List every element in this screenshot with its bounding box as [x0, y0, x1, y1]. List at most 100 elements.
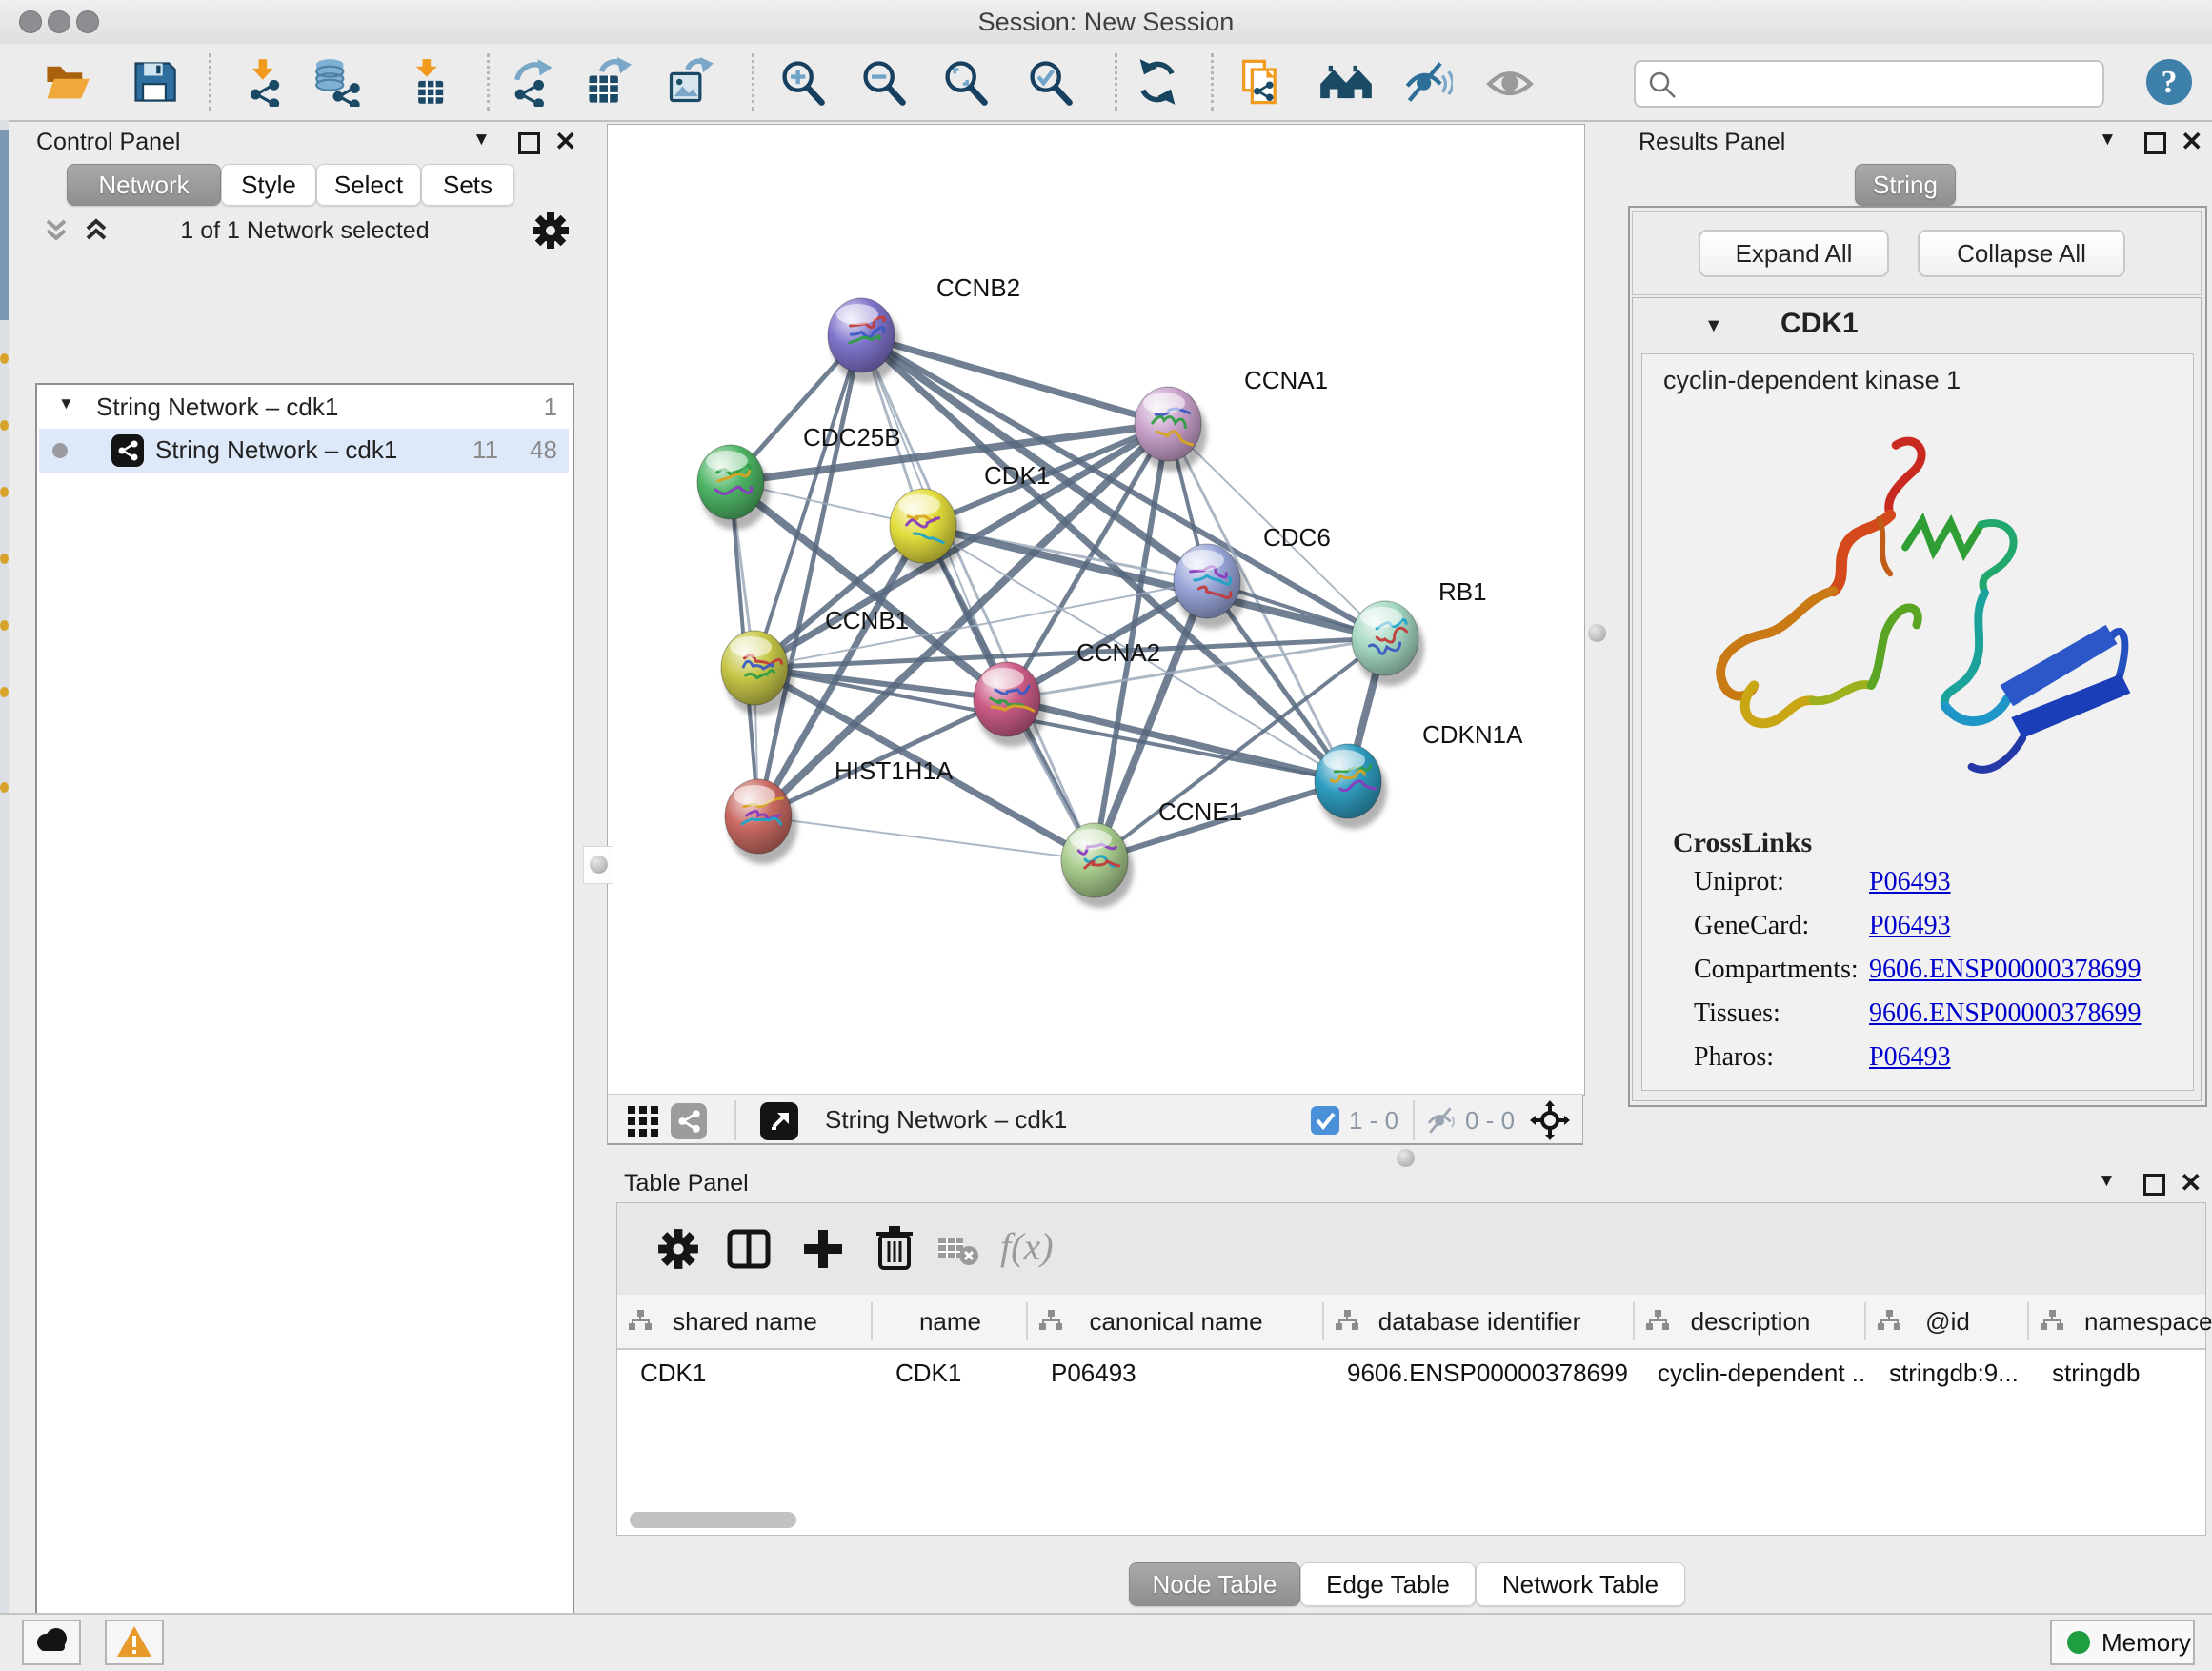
column-header-4[interactable]: description: [1635, 1295, 1866, 1348]
tab-style[interactable]: Style: [221, 164, 316, 206]
collapse-panel-icon[interactable]: ▼: [2099, 130, 2117, 151]
show-all-eye-icon[interactable]: [1485, 57, 1535, 107]
expand-all-button[interactable]: Expand All: [1699, 230, 1889, 277]
search-input[interactable]: [1685, 64, 2089, 102]
minimize-window-icon[interactable]: [48, 10, 70, 33]
hidden-eye-icon[interactable]: [1425, 1104, 1459, 1137]
grid-view-icon[interactable]: [627, 1105, 659, 1137]
column-header-2[interactable]: canonical name: [1028, 1295, 1324, 1348]
collapse-all-button[interactable]: Collapse All: [1918, 230, 2125, 277]
cloud-status-icon: [32, 1627, 70, 1654]
hide-selected-eye-icon[interactable]: [1403, 57, 1453, 107]
panel-divider-handle[interactable]: [1588, 624, 1606, 642]
help-icon[interactable]: ?: [2144, 57, 2194, 107]
crosslink-compartments-link[interactable]: 9606.ENSP00000378699: [1869, 955, 2141, 985]
table-cell[interactable]: stringdb: [2029, 1348, 2212, 1398]
add-column-icon[interactable]: [800, 1226, 846, 1272]
column-header-3[interactable]: database identifier: [1324, 1295, 1635, 1348]
warning-button[interactable]: [105, 1620, 164, 1665]
network-row[interactable]: String Network – cdk1 11 48: [39, 429, 569, 473]
crosslink-uniprot-link[interactable]: P06493: [1869, 867, 1951, 897]
export-table-icon[interactable]: [583, 57, 633, 107]
crosslink-tissues-link[interactable]: 9606.ENSP00000378699: [1869, 998, 2141, 1029]
column-header-0[interactable]: shared name: [617, 1295, 873, 1348]
zoom-fit-icon[interactable]: [940, 57, 990, 107]
table-cell[interactable]: CDK1: [873, 1348, 1028, 1398]
table-cell[interactable]: P06493: [1028, 1348, 1324, 1398]
table-cell[interactable]: cyclin-dependent ...: [1635, 1348, 1866, 1398]
crosslink-pharos-link[interactable]: P06493: [1869, 1042, 1951, 1073]
panel-divider-handle[interactable]: [583, 846, 613, 884]
network-node-CCNE1[interactable]: CCNE1: [1061, 797, 1242, 908]
import-table-file-icon[interactable]: [404, 57, 453, 107]
open-session-icon[interactable]: [42, 57, 91, 107]
close-panel-icon[interactable]: ✕: [2180, 1167, 2202, 1198]
collapse-panel-icon[interactable]: ▼: [473, 130, 491, 151]
share-network-icon[interactable]: [671, 1103, 707, 1139]
function-builder-icon[interactable]: f(x): [1000, 1224, 1054, 1269]
tab-network[interactable]: Network: [67, 164, 221, 206]
float-panel-icon[interactable]: [2143, 1174, 2165, 1196]
close-window-icon[interactable]: [19, 10, 42, 33]
float-panel-icon[interactable]: [2144, 132, 2166, 154]
gene-expander-icon[interactable]: ▼: [1704, 315, 1723, 337]
maximize-window-icon[interactable]: [76, 10, 99, 33]
control-panel-title: Control Panel: [36, 129, 180, 156]
import-network-database-icon[interactable]: [314, 57, 364, 107]
selected-checkbox-icon[interactable]: [1311, 1106, 1339, 1135]
collection-name: String Network – cdk1: [96, 393, 338, 422]
tab-network-table[interactable]: Network Table: [1476, 1562, 1685, 1606]
panel-divider-handle[interactable]: [1397, 1149, 1415, 1167]
detach-view-icon[interactable]: [760, 1102, 798, 1140]
table-panel-header: Table Panel ▼ ✕: [616, 1168, 2212, 1202]
tab-node-table[interactable]: Node Table: [1129, 1562, 1300, 1606]
close-panel-icon[interactable]: ✕: [2181, 126, 2202, 157]
collapse-all-networks-icon[interactable]: [82, 215, 111, 246]
zoom-in-icon[interactable]: [777, 57, 827, 107]
column-header-5[interactable]: @id: [1866, 1295, 2029, 1348]
cloud-status-button[interactable]: [22, 1620, 81, 1665]
collapse-panel-icon[interactable]: ▼: [2098, 1171, 2116, 1192]
zoom-selected-icon[interactable]: [1025, 57, 1075, 107]
collection-row[interactable]: ▼ String Network – cdk1 1: [37, 387, 569, 429]
column-header-6[interactable]: namespace: [2029, 1295, 2212, 1348]
import-network-file-icon[interactable]: [240, 57, 290, 107]
network-node-CDKN1A[interactable]: CDKN1A: [1315, 720, 1523, 829]
crosslink-genecard-link[interactable]: P06493: [1869, 911, 1951, 941]
refresh-view-icon[interactable]: [1133, 57, 1182, 107]
table-cell[interactable]: stringdb:9...: [1866, 1348, 2029, 1398]
horizontal-scrollbar[interactable]: [630, 1512, 796, 1528]
tab-select[interactable]: Select: [316, 164, 421, 206]
collection-expander-icon[interactable]: ▼: [58, 394, 74, 413]
tab-string[interactable]: String: [1855, 164, 1956, 206]
birdseye-navigator-icon[interactable]: [1530, 1100, 1570, 1140]
export-image-icon[interactable]: [665, 57, 714, 107]
expand-all-networks-icon[interactable]: [42, 215, 70, 246]
network-node-CCNA1[interactable]: CCNA1: [1135, 366, 1328, 472]
network-node-RB1[interactable]: RB1: [1352, 577, 1487, 686]
show-columns-icon[interactable]: [726, 1226, 772, 1272]
delete-column-icon[interactable]: [873, 1224, 916, 1272]
memory-button[interactable]: Memory: [2050, 1620, 2195, 1665]
enhanced-search-houses-icon[interactable]: [1318, 57, 1368, 107]
export-network-icon[interactable]: [507, 57, 556, 107]
network-canvas[interactable]: CCNB2CCNA1CDC25BCDK1CDC6RB1CCNB1CCNA2CDK…: [607, 124, 1585, 1096]
zoom-out-icon[interactable]: [858, 57, 908, 107]
network-options-gear-icon[interactable]: [532, 211, 570, 250]
tab-edge-table[interactable]: Edge Table: [1300, 1562, 1476, 1606]
close-panel-icon[interactable]: ✕: [554, 126, 576, 157]
toolbar-search-field[interactable]: [1634, 60, 2104, 108]
table-cell[interactable]: CDK1: [617, 1348, 873, 1398]
float-panel-icon[interactable]: [518, 132, 540, 154]
tab-sets[interactable]: Sets: [421, 164, 514, 206]
hidden-counts: 0 - 0: [1465, 1106, 1515, 1136]
table-settings-gear-icon[interactable]: [657, 1228, 699, 1270]
network-node-HIST1H1A[interactable]: HIST1H1A: [725, 756, 954, 864]
network-node-CCNB2[interactable]: CCNB2: [828, 273, 1020, 383]
delete-table-icon[interactable]: [937, 1236, 979, 1266]
string-results-container: Expand All Collapse All ▼ CDK1 cyclin-de…: [1628, 206, 2207, 1107]
new-network-from-selection-icon[interactable]: [1236, 57, 1285, 107]
save-session-icon[interactable]: [130, 57, 179, 107]
column-header-1[interactable]: name: [873, 1295, 1028, 1348]
table-cell[interactable]: 9606.ENSP00000378699: [1324, 1348, 1635, 1398]
